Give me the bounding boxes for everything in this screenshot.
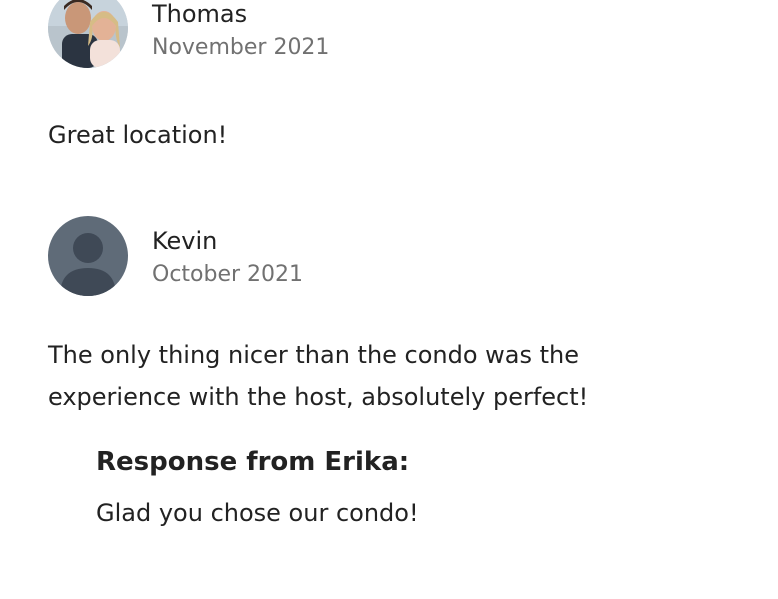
review-meta: Kevin October 2021 <box>152 216 303 289</box>
review-item: Thomas November 2021 Great location! <box>48 0 758 156</box>
host-response-title: Response from Erika: <box>96 447 410 477</box>
default-user-icon <box>48 216 128 296</box>
reviewer-name: Thomas <box>152 0 248 28</box>
avatar[interactable] <box>48 216 128 296</box>
user-photo-icon <box>48 0 128 68</box>
review-item: Kevin October 2021 The only thing nicer … <box>48 216 758 530</box>
host-response-text: Glad you chose our condo! <box>96 499 419 527</box>
review-text: Great location! <box>48 121 228 149</box>
review-date: October 2021 <box>152 262 304 287</box>
review-text: The only thing nicer than the condo was … <box>48 341 589 411</box>
reviewer-name: Kevin <box>152 227 218 255</box>
avatar[interactable] <box>48 0 128 68</box>
review-date: November 2021 <box>152 35 330 60</box>
host-response: Response from Erika: Glad you chose our … <box>96 444 758 530</box>
review-meta: Thomas November 2021 <box>152 0 329 62</box>
review-header: Thomas November 2021 <box>48 0 758 68</box>
review-header: Kevin October 2021 <box>48 216 758 296</box>
